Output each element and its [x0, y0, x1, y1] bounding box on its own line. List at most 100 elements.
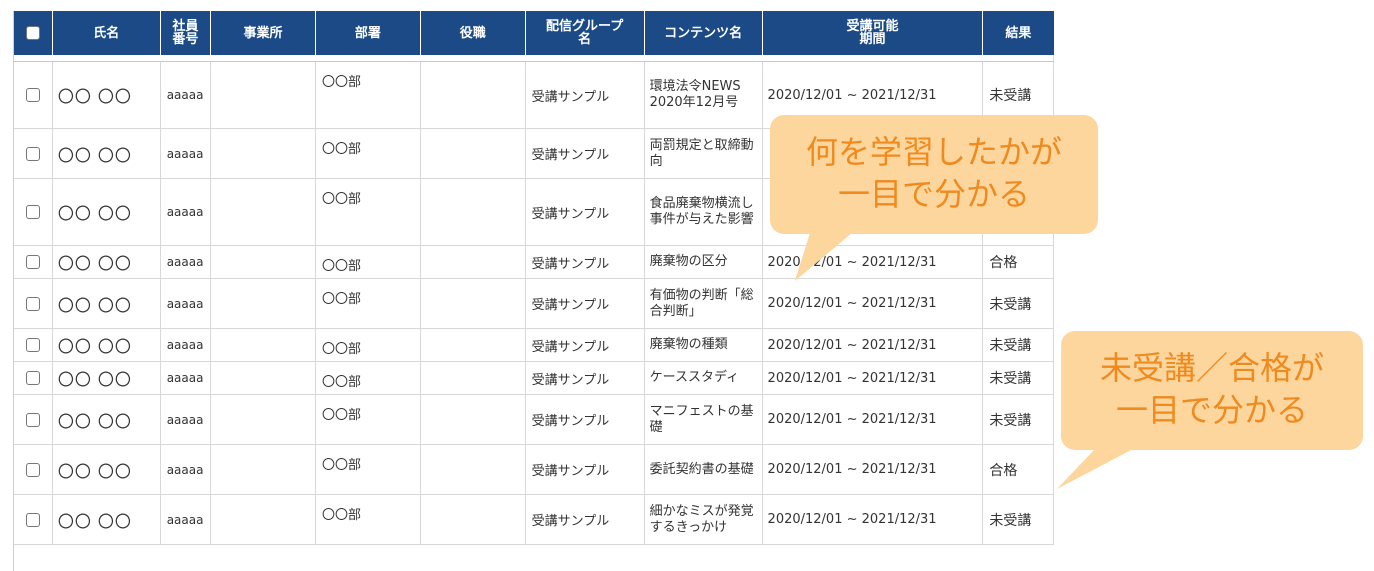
callout-result-status: 未受講／合格が 一目で分かる — [1030, 331, 1363, 489]
row-checkbox[interactable] — [25, 412, 40, 427]
cell-employee-no: aaaaa — [160, 361, 212, 395]
row-select-checkbox[interactable] — [14, 278, 53, 329]
row-select-checkbox[interactable] — [14, 178, 53, 246]
cell-position — [420, 278, 526, 329]
cell-distribution-group: 受講サンプル — [525, 61, 645, 129]
cell-employee-no: aaaaa — [160, 61, 212, 129]
cell-period: 2020/12/01 ~ 2021/12/31 — [762, 328, 984, 362]
header-employee-no[interactable]: 社員 番号 — [160, 11, 212, 55]
cell-office — [210, 494, 316, 545]
results-table: 氏名 社員 番号 事業所 部署 役職 配信グループ 名 コンテンツ名 受講可能 … — [14, 11, 1054, 545]
cell-content-name: 細かなミスが発覚するきっかけ — [644, 494, 763, 545]
row-checkbox[interactable] — [25, 296, 40, 311]
cell-office — [210, 61, 316, 129]
table-row[interactable]: 〇〇 〇〇 aaaaa 〇〇部 受講サンプル 有価物の判断「総合判断」 2020/12/0… — [14, 278, 1054, 329]
cell-position — [420, 394, 526, 445]
cell-distribution-group: 受講サンプル — [525, 278, 645, 329]
row-select-checkbox[interactable] — [14, 494, 53, 545]
row-select-checkbox[interactable] — [14, 394, 53, 445]
callout-text: 未受講／合格が 一目で分かる — [1099, 349, 1324, 429]
cell-employee-no: aaaaa — [160, 245, 212, 279]
header-distribution-group[interactable]: 配信グループ 名 — [525, 11, 645, 55]
cell-name: 〇〇 〇〇 — [52, 245, 161, 279]
row-select-checkbox[interactable] — [14, 328, 53, 362]
cell-name: 〇〇 〇〇 — [52, 444, 161, 495]
cell-result: 未受講 — [982, 361, 1054, 395]
row-select-checkbox[interactable] — [14, 128, 53, 179]
results-table-container: 氏名 社員 番号 事業所 部署 役職 配信グループ 名 コンテンツ名 受講可能 … — [13, 11, 1054, 571]
row-checkbox[interactable] — [25, 512, 40, 527]
select-all-checkbox[interactable] — [25, 26, 40, 40]
cell-position — [420, 361, 526, 395]
cell-office — [210, 394, 316, 445]
header-result[interactable]: 結果 — [982, 11, 1054, 55]
row-select-checkbox[interactable] — [14, 245, 53, 279]
row-checkbox[interactable] — [25, 205, 40, 219]
cell-period: 2020/12/01 ~ 2021/12/31 — [762, 394, 984, 445]
cell-department: 〇〇部 — [315, 61, 421, 129]
cell-distribution-group: 受講サンプル — [525, 328, 645, 362]
cell-content-name: ケーススタディ — [644, 361, 763, 395]
row-checkbox[interactable] — [25, 462, 40, 477]
header-row: 氏名 社員 番号 事業所 部署 役職 配信グループ 名 コンテンツ名 受講可能 … — [14, 11, 1054, 55]
cell-position — [420, 61, 526, 129]
cell-content-name: 食品廃棄物横流し事件が与えた影響 — [644, 178, 763, 246]
cell-office — [210, 444, 316, 495]
cell-office — [210, 178, 316, 246]
cell-content-name: 環境法令NEWS 2020年12月号 — [644, 61, 763, 129]
cell-department: 〇〇部 — [315, 178, 421, 246]
header-office[interactable]: 事業所 — [210, 11, 316, 55]
cell-name: 〇〇 〇〇 — [52, 494, 161, 545]
cell-department: 〇〇部 — [315, 361, 421, 395]
table-row[interactable]: 〇〇 〇〇 aaaaa 〇〇部 受講サンプル 細かなミスが発覚するきっかけ 2020/12… — [14, 494, 1054, 545]
cell-distribution-group: 受講サンプル — [525, 444, 645, 495]
cell-position — [420, 494, 526, 545]
cell-period: 2020/12/01 ~ 2021/12/31 — [762, 444, 984, 495]
row-select-checkbox[interactable] — [14, 61, 53, 129]
cell-period: 2020/12/01 ~ 2021/12/31 — [762, 361, 984, 395]
table-row[interactable]: 〇〇 〇〇 aaaaa 〇〇部 受講サンプル マニフェストの基礎 2020/12/01 ~… — [14, 394, 1054, 445]
cell-name: 〇〇 〇〇 — [52, 178, 161, 246]
header-name[interactable]: 氏名 — [52, 11, 161, 55]
cell-distribution-group: 受講サンプル — [525, 394, 645, 445]
cell-department: 〇〇部 — [315, 328, 421, 362]
cell-office — [210, 328, 316, 362]
cell-department: 〇〇部 — [315, 128, 421, 179]
table-row[interactable]: 〇〇 〇〇 aaaaa 〇〇部 受講サンプル 委託契約書の基礎 2020/12/01 ~ … — [14, 444, 1054, 495]
row-select-checkbox[interactable] — [14, 444, 53, 495]
cell-department: 〇〇部 — [315, 494, 421, 545]
cell-office — [210, 361, 316, 395]
row-select-checkbox[interactable] — [14, 361, 53, 395]
header-department[interactable]: 部署 — [315, 11, 421, 55]
table-row[interactable]: 〇〇 〇〇 aaaaa 〇〇部 受講サンプル ケーススタディ 2020/12/01 ~ 2… — [14, 361, 1054, 395]
header-select-all[interactable] — [14, 11, 53, 55]
row-checkbox[interactable] — [25, 371, 40, 385]
header-content-name[interactable]: コンテンツ名 — [644, 11, 763, 55]
cell-period: 2020/12/01 ~ 2021/12/31 — [762, 494, 984, 545]
cell-position — [420, 128, 526, 179]
cell-position — [420, 178, 526, 246]
cell-distribution-group: 受講サンプル — [525, 494, 645, 545]
callout-text: 何を学習したかが 一目で分かる — [805, 133, 1062, 213]
cell-name: 〇〇 〇〇 — [52, 394, 161, 445]
cell-name: 〇〇 〇〇 — [52, 61, 161, 129]
header-period[interactable]: 受講可能 期間 — [762, 11, 984, 55]
cell-distribution-group: 受講サンプル — [525, 245, 645, 279]
table-row[interactable]: 〇〇 〇〇 aaaaa 〇〇部 受講サンプル 廃棄物の区分 2020/12/01 ~ 20… — [14, 245, 1054, 279]
row-checkbox[interactable] — [25, 338, 40, 352]
cell-employee-no: aaaaa — [160, 178, 212, 246]
row-checkbox[interactable] — [25, 146, 40, 161]
cell-employee-no: aaaaa — [160, 128, 212, 179]
cell-period: 2020/12/01 ~ 2021/12/31 — [762, 278, 984, 329]
cell-result: 未受講 — [982, 394, 1054, 445]
cell-content-name: 両罰規定と取締動向 — [644, 128, 763, 179]
cell-content-name: 有価物の判断「総合判断」 — [644, 278, 763, 329]
table-row[interactable]: 〇〇 〇〇 aaaaa 〇〇部 受講サンプル 廃棄物の種類 2020/12/01 ~ 20… — [14, 328, 1054, 362]
row-checkbox[interactable] — [25, 255, 40, 269]
header-position[interactable]: 役職 — [420, 11, 526, 55]
row-checkbox[interactable] — [25, 88, 40, 102]
cell-employee-no: aaaaa — [160, 278, 212, 329]
cell-office — [210, 128, 316, 179]
cell-distribution-group: 受講サンプル — [525, 361, 645, 395]
cell-employee-no: aaaaa — [160, 394, 212, 445]
